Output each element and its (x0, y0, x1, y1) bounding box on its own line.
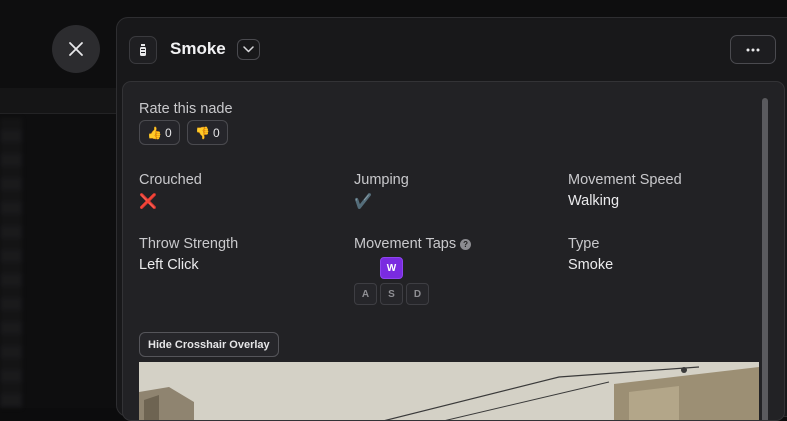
type-label: Type (568, 236, 600, 252)
thumbs-up-count: 0 (164, 125, 172, 140)
movement-taps-label: Movement Taps? (354, 236, 472, 252)
help-icon[interactable]: ? (460, 239, 472, 250)
thumbs-down-count: 0 (212, 125, 220, 140)
close-icon (69, 42, 83, 56)
jumping-label: Jumping (354, 172, 409, 188)
grenade-icon (129, 36, 157, 64)
throw-strength-value: Left Click (139, 257, 199, 273)
thumbs-down-icon: 👎 (195, 125, 210, 140)
throw-strength-label: Throw Strength (139, 236, 239, 252)
lineup-screenshot (139, 362, 759, 420)
movement-taps-label-text: Movement Taps (354, 236, 457, 252)
rate-label: Rate this nade (139, 101, 233, 117)
nade-detail-panel: Smoke Rate this nade 👍 0 👎 0 Crouched ❌ … (116, 17, 787, 421)
background-bar (0, 88, 130, 114)
type-value: Smoke (568, 257, 614, 273)
crouched-property: Crouched ❌ (139, 172, 202, 210)
page-title: Smoke (170, 39, 226, 58)
more-options-button[interactable] (730, 35, 776, 64)
type-property: Type Smoke (568, 236, 613, 273)
thumbs-down-button[interactable]: 👎 0 (187, 120, 228, 145)
scrollbar[interactable] (762, 98, 768, 420)
jumping-property: Jumping ✔️ (354, 172, 409, 210)
throw-strength-property: Throw Strength Left Click (139, 236, 238, 273)
thumbs-up-icon: 👍 (147, 125, 162, 140)
movement-taps-property: Movement Taps? (354, 236, 472, 252)
key-a: A (354, 283, 377, 305)
crouched-label: Crouched (139, 172, 202, 188)
hide-crosshair-overlay-button[interactable]: Hide Crosshair Overlay (139, 332, 279, 357)
background-list-blurred (0, 118, 22, 408)
key-w: W (380, 257, 403, 279)
crouched-value: ❌ (139, 194, 158, 210)
movement-speed-label: Movement Speed (568, 172, 682, 188)
thumbs-up-button[interactable]: 👍 0 (139, 120, 180, 145)
ellipsis-icon (746, 48, 760, 51)
movement-speed-property: Movement Speed Walking (568, 172, 682, 209)
close-button[interactable] (52, 25, 100, 73)
movement-speed-value: Walking (568, 193, 620, 209)
nade-info-card: Rate this nade 👍 0 👎 0 Crouched ❌ Jumpin… (122, 81, 785, 421)
chevron-down-icon (243, 46, 254, 53)
key-d: D (406, 283, 429, 305)
key-s: S (380, 283, 403, 305)
title-dropdown-button[interactable] (237, 39, 260, 60)
jumping-value: ✔️ (354, 194, 373, 210)
